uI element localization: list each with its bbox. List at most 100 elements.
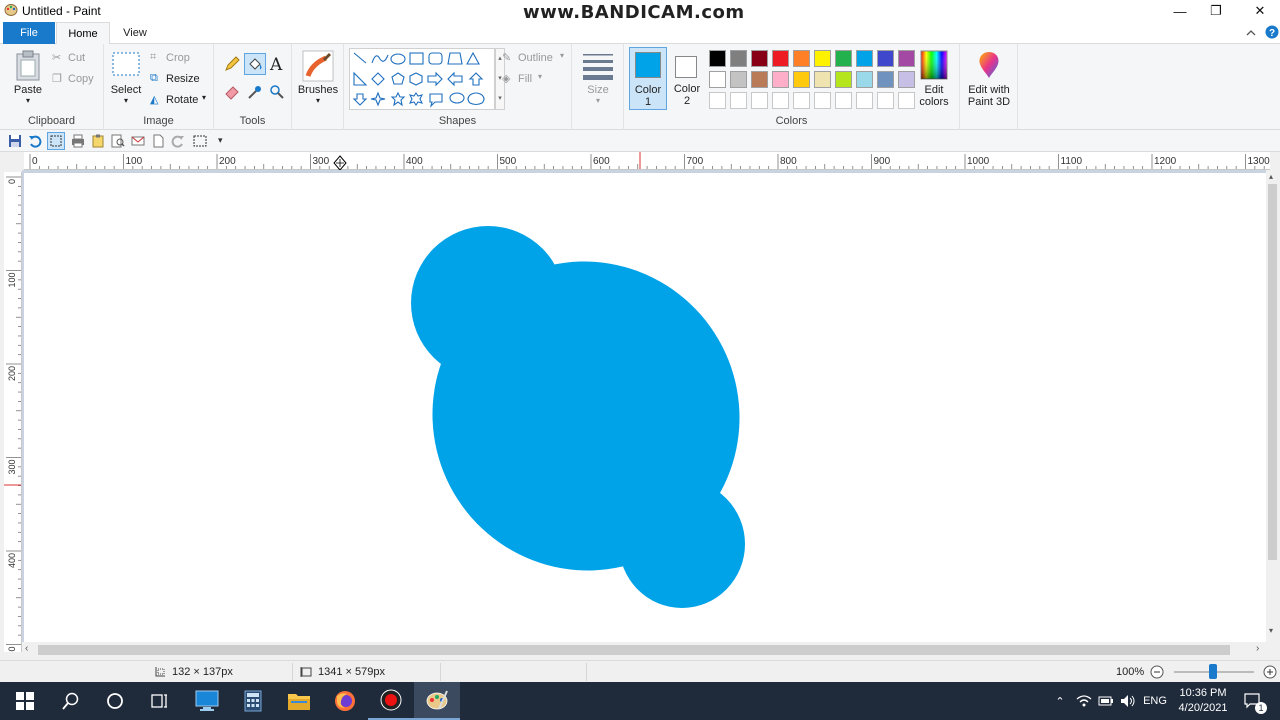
resize-button[interactable]: ⧉ Resize xyxy=(150,71,210,87)
paste-from-icon[interactable] xyxy=(91,134,105,148)
help-icon[interactable]: ? xyxy=(1265,25,1279,39)
network-tray[interactable] xyxy=(1074,682,1094,720)
zoom-slider-thumb[interactable] xyxy=(1209,664,1217,679)
select-toolbar-button[interactable] xyxy=(47,132,65,150)
color2-button[interactable]: Color 2 xyxy=(669,47,707,110)
magnifier-icon[interactable] xyxy=(269,84,285,100)
color-picker-icon[interactable] xyxy=(247,84,263,100)
undo-icon[interactable] xyxy=(28,134,42,148)
edit-with-paint3d-button[interactable]: Edit with Paint 3D xyxy=(962,48,1016,110)
palette-color-swatch[interactable] xyxy=(772,71,789,88)
power-tray[interactable] xyxy=(1096,682,1116,720)
scroll-right-icon[interactable]: › xyxy=(1256,643,1259,654)
palette-custom-color-slot[interactable] xyxy=(814,92,831,109)
select-button[interactable]: Select ▾ xyxy=(108,50,144,110)
start-button[interactable] xyxy=(2,682,48,720)
ruler-label: 200 xyxy=(7,366,17,381)
scroll-down-icon[interactable]: ▾ xyxy=(1269,626,1273,635)
copy-button[interactable]: ❐ Copy xyxy=(52,71,100,87)
rotate-button[interactable]: ◭ Rotate ▾ xyxy=(150,92,212,108)
restore-button[interactable]: ❐ xyxy=(1196,0,1236,22)
volume-tray[interactable] xyxy=(1118,682,1138,720)
save-icon[interactable] xyxy=(8,134,22,148)
palette-custom-color-slot[interactable] xyxy=(772,92,789,109)
crop-button[interactable]: ⌗ Crop xyxy=(150,50,210,66)
customize-toolbar-icon[interactable]: ▾ xyxy=(218,135,223,146)
taskbar-app-bandicam[interactable] xyxy=(368,682,414,720)
tab-home[interactable]: Home xyxy=(56,22,110,45)
taskbar-app-calculator[interactable] xyxy=(230,682,276,720)
taskbar-app-firefox[interactable] xyxy=(322,682,368,720)
palette-color-swatch[interactable] xyxy=(898,50,915,67)
fill-bucket-button[interactable] xyxy=(244,53,266,75)
tab-view[interactable]: View xyxy=(112,22,158,44)
new-file-icon[interactable] xyxy=(151,134,165,148)
palette-custom-color-slot[interactable] xyxy=(835,92,852,109)
vertical-scrollbar[interactable]: ▴ ▾ xyxy=(1266,170,1280,642)
cut-button[interactable]: ✂ Cut xyxy=(52,50,100,66)
palette-color-swatch[interactable] xyxy=(709,71,726,88)
palette-custom-color-slot[interactable] xyxy=(856,92,873,109)
palette-custom-color-slot[interactable] xyxy=(751,92,768,109)
taskbar-app-paint[interactable] xyxy=(414,682,460,720)
fill-button[interactable]: ◈ Fill ▾ xyxy=(502,71,568,87)
language-indicator[interactable]: ENG xyxy=(1140,682,1170,720)
print-icon[interactable] xyxy=(71,134,85,148)
palette-color-swatch[interactable] xyxy=(730,50,747,67)
search-button[interactable] xyxy=(48,682,94,720)
horizontal-scroll-thumb[interactable] xyxy=(38,645,1230,655)
chevron-down-icon: ▾ xyxy=(595,96,600,105)
cortana-button[interactable] xyxy=(92,682,138,720)
scroll-up-icon[interactable]: ▴ xyxy=(1269,172,1273,181)
paste-button[interactable]: Paste ▾ xyxy=(8,48,48,108)
size-button[interactable]: Size ▾ xyxy=(576,48,620,110)
close-button[interactable]: ✕ xyxy=(1240,0,1280,22)
palette-color-swatch[interactable] xyxy=(856,71,873,88)
palette-color-swatch[interactable] xyxy=(835,50,852,67)
email-icon[interactable] xyxy=(131,134,145,148)
collapse-ribbon-icon[interactable] xyxy=(1246,28,1256,38)
zoom-out-icon[interactable] xyxy=(1150,665,1164,679)
palette-color-swatch[interactable] xyxy=(709,50,726,67)
palette-color-swatch[interactable] xyxy=(877,71,894,88)
palette-color-swatch[interactable] xyxy=(751,50,768,67)
select-all-icon[interactable] xyxy=(193,134,207,148)
edit-colors-button[interactable]: Edit colors xyxy=(916,48,956,110)
color1-button[interactable]: Color 1 xyxy=(629,47,667,110)
palette-color-swatch[interactable] xyxy=(793,50,810,67)
action-center-button[interactable]: 1 xyxy=(1238,682,1268,720)
minimize-button[interactable]: — xyxy=(1160,0,1200,22)
palette-custom-color-slot[interactable] xyxy=(709,92,726,109)
brushes-button[interactable]: Brushes ▾ xyxy=(294,48,342,110)
zoom-in-icon[interactable] xyxy=(1263,665,1277,679)
taskbar-app-file-explorer[interactable] xyxy=(276,682,322,720)
show-hidden-icons[interactable]: ⌃ xyxy=(1050,682,1070,720)
pencil-icon[interactable] xyxy=(224,56,240,72)
palette-color-swatch[interactable] xyxy=(856,50,873,67)
palette-color-swatch[interactable] xyxy=(793,71,810,88)
text-tool-icon[interactable]: A xyxy=(270,55,282,75)
redo-icon[interactable] xyxy=(171,134,185,148)
palette-custom-color-slot[interactable] xyxy=(877,92,894,109)
palette-color-swatch[interactable] xyxy=(730,71,747,88)
palette-color-swatch[interactable] xyxy=(814,50,831,67)
palette-color-swatch[interactable] xyxy=(814,71,831,88)
scroll-left-icon[interactable]: ‹ xyxy=(25,643,28,654)
vertical-scroll-thumb[interactable] xyxy=(1268,184,1277,560)
clock[interactable]: 10:36 PM 4/20/2021 xyxy=(1172,682,1234,720)
palette-color-swatch[interactable] xyxy=(835,71,852,88)
palette-custom-color-slot[interactable] xyxy=(730,92,747,109)
palette-color-swatch[interactable] xyxy=(877,50,894,67)
palette-custom-color-slot[interactable] xyxy=(793,92,810,109)
shapes-gallery[interactable] xyxy=(349,48,495,110)
task-view-button[interactable] xyxy=(136,682,182,720)
print-preview-icon[interactable] xyxy=(111,134,125,148)
drawing-canvas[interactable] xyxy=(24,173,1268,642)
palette-color-swatch[interactable] xyxy=(751,71,768,88)
tab-file[interactable]: File xyxy=(3,22,55,44)
taskbar-app-remote-desktop[interactable] xyxy=(184,682,230,720)
eraser-icon[interactable] xyxy=(224,84,240,100)
palette-color-swatch[interactable] xyxy=(772,50,789,67)
horizontal-scrollbar[interactable]: ‹ › xyxy=(22,642,1268,658)
outline-button[interactable]: ✎ Outline ▾ xyxy=(502,50,568,66)
